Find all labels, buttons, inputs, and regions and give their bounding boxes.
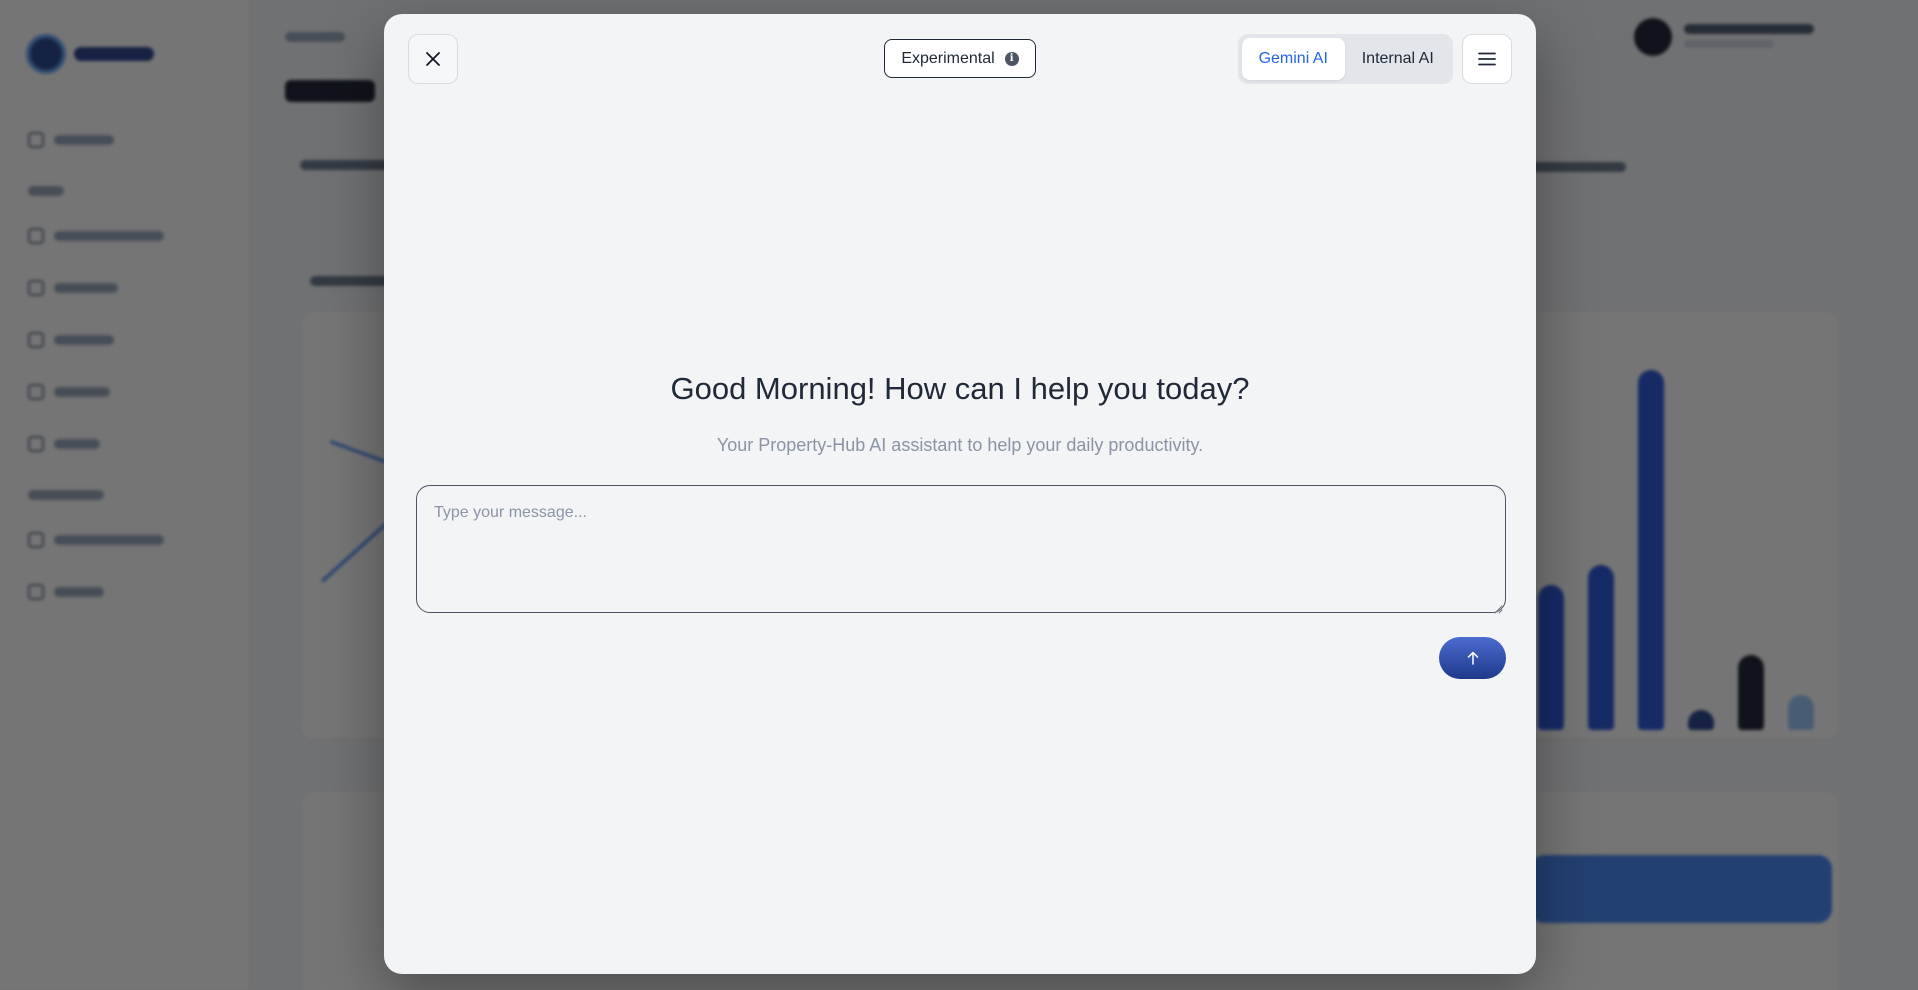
send-button[interactable] [1439,637,1506,679]
assistant-subtitle: Your Property-Hub AI assistant to help y… [716,435,1204,455]
ai-assistant-modal: Experimental i Gemini AI Internal AI Goo… [384,14,1536,974]
experimental-badge[interactable]: Experimental i [884,39,1036,78]
message-input[interactable] [416,485,1506,613]
resize-grip-icon[interactable] [1494,601,1503,614]
greeting-heading: Good Morning! How can I help you today? [670,371,1250,406]
gemini-ai-option[interactable]: Gemini AI [1242,38,1345,80]
ai-provider-toggle: Gemini AI Internal AI [1238,34,1453,84]
internal-ai-option[interactable]: Internal AI [1347,38,1450,80]
hamburger-menu-icon [1478,52,1496,66]
close-icon [425,51,441,67]
arrow-up-icon [1467,651,1479,665]
close-button[interactable] [408,34,458,84]
info-icon[interactable]: i [1004,51,1019,66]
menu-button[interactable] [1462,34,1512,84]
experimental-label: Experimental [901,49,995,67]
